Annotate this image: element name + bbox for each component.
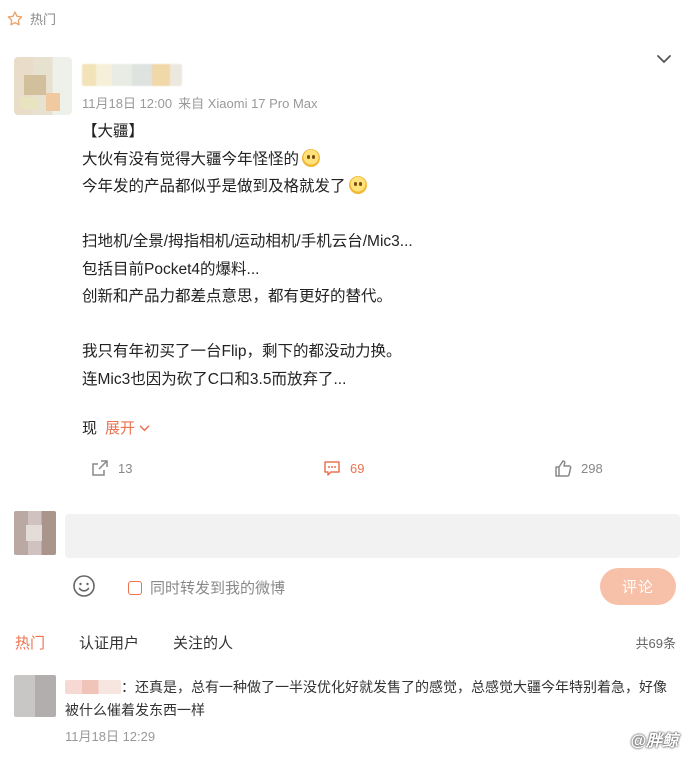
hot-tag-label: 热门 (30, 12, 57, 27)
checkbox[interactable] (128, 580, 142, 595)
comment-input[interactable] (65, 514, 680, 558)
post-line: 大伙有没有觉得大疆今年怪怪的 (82, 146, 642, 174)
post-line: 包括目前Pocket4的爆料... (82, 260, 260, 278)
commenter-name[interactable] (65, 680, 121, 694)
comment-count: 69 (350, 460, 365, 476)
chevron-down-icon[interactable] (656, 52, 672, 66)
emoji-icon (348, 176, 367, 194)
post-line: 扫地机/全景/拇指相机/运动相机/手机云台/Mic3... (82, 233, 413, 250)
post-timestamp: 11月18日 12:00 (82, 96, 173, 111)
comment-time: 11月18日 12:29 (65, 729, 156, 744)
commenter-avatar[interactable] (14, 675, 56, 717)
comment-button[interactable]: 69 (322, 458, 364, 478)
emoji-icon (302, 148, 321, 167)
thumbs-up-icon (555, 460, 572, 477)
emoji-picker-icon[interactable] (72, 574, 96, 598)
hot-tag: 热门 (6, 9, 56, 28)
share-count: 13 (118, 460, 133, 476)
author-name[interactable] (82, 64, 182, 86)
post-line: 【大疆】 (82, 123, 145, 140)
post-expand: 现展开 (82, 417, 150, 438)
truncated-text: 现 (82, 420, 98, 437)
repost-checkbox[interactable]: 同时转发到我的微博 (128, 577, 285, 598)
post-source: 来自 Xiaomi 17 Pro Max (178, 96, 318, 111)
expand-button[interactable]: 展开 (105, 420, 150, 437)
post-line: 创新和产品力都差点意思，都有更好的替代。 (82, 288, 393, 305)
comment-filter-tabs: 热门 认证用户 关注的人 (15, 632, 233, 653)
comment-icon (324, 461, 340, 476)
repost-label: 同时转发到我的微博 (150, 580, 286, 597)
like-button[interactable]: 298 (553, 458, 603, 478)
submit-comment-button[interactable]: 评论 (600, 568, 676, 605)
star-outline-icon (7, 10, 23, 25)
author-avatar[interactable] (14, 57, 72, 115)
tab-verified[interactable]: 认证用户 (79, 632, 139, 653)
share-button[interactable]: 13 (90, 458, 132, 478)
watermark: @胖鲸 (630, 733, 678, 750)
chevron-down-icon (139, 425, 150, 432)
comment-total: 共69条 (635, 636, 676, 651)
share-icon (92, 460, 108, 476)
post-body: 【大疆】 大伙有没有觉得大疆今年怪怪的 今年发的产品都似乎是做到及格就发了 扫地… (82, 118, 642, 393)
tab-following[interactable]: 关注的人 (173, 632, 233, 653)
post-meta: 11月18日 12:00 来自 Xiaomi 17 Pro Max (82, 93, 324, 112)
post-line: 我只有年初买了一台Flip，剩下的都没动力换。 (82, 343, 402, 360)
post-line: 连Mic3也因为砍了C口和3.5而放弃了... (82, 370, 347, 388)
post-line: 今年发的产品都似乎是做到及格就发了 (82, 173, 642, 201)
tab-hot[interactable]: 热门 (15, 632, 45, 653)
like-count: 298 (581, 460, 603, 476)
my-avatar (14, 511, 56, 555)
comment-text: ：还真是，总有一种做了一半没优化好就发售了的感觉，总感觉大疆今年特别着急，好像被… (65, 679, 667, 718)
